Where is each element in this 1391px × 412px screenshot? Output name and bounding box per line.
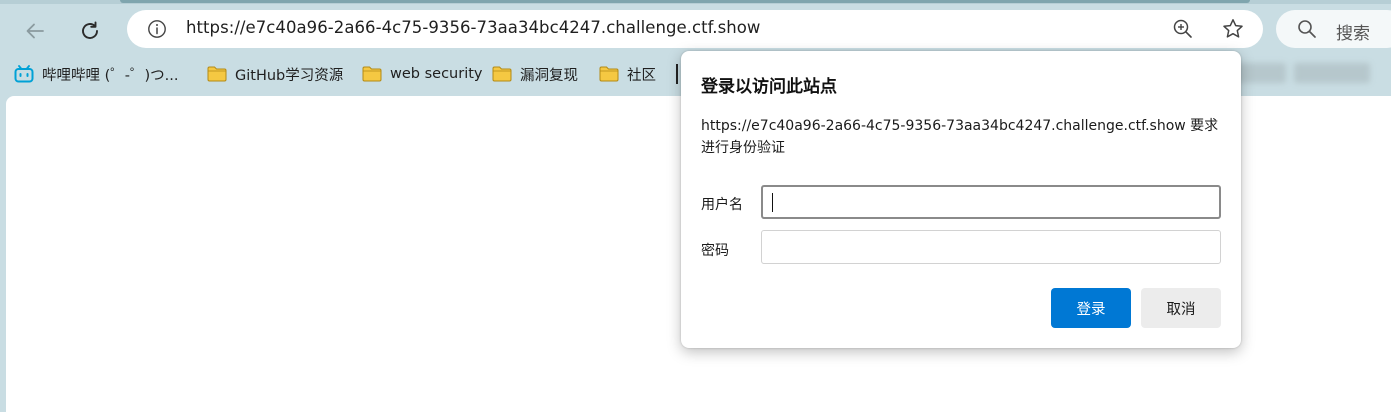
bookmarks-divider <box>676 64 678 84</box>
cancel-button[interactable]: 取消 <box>1141 288 1221 328</box>
url-text[interactable]: https://e7c40a96-2a66-4c75-9356-73aa34bc… <box>186 18 760 37</box>
dialog-description: https://e7c40a96-2a66-4c75-9356-73aa34bc… <box>701 118 1219 156</box>
dialog-title: 登录以访问此站点 <box>701 77 837 97</box>
refresh-icon <box>82 21 98 39</box>
bookmark-label: 社区 <box>627 67 656 84</box>
folder-icon <box>362 66 382 82</box>
zoom-icon[interactable] <box>1172 18 1194 40</box>
bookmark-github-resources[interactable]: GitHub学习资源 <box>207 63 343 85</box>
bilibili-icon <box>14 65 34 83</box>
bookmark-label: web security <box>390 66 483 82</box>
active-tab-edge[interactable] <box>120 0 1250 3</box>
address-bar[interactable]: https://e7c40a96-2a66-4c75-9356-73aa34bc… <box>127 10 1263 48</box>
back-arrow-icon <box>26 23 44 39</box>
folder-icon <box>207 66 227 82</box>
blurred-bookmark <box>1294 63 1370 83</box>
password-field[interactable] <box>761 230 1221 264</box>
bookmark-bilibili[interactable]: 哔哩哔哩 (゜-゜)つ... <box>14 63 178 85</box>
search-label: 搜索 <box>1336 24 1370 44</box>
info-icon[interactable] <box>147 19 167 39</box>
bookmark-community[interactable]: 社区 <box>599 63 656 85</box>
browser-toolbar: https://e7c40a96-2a66-4c75-9356-73aa34bc… <box>0 4 1391 56</box>
text-caret <box>772 193 773 212</box>
bookmark-web-security[interactable]: web security <box>362 63 483 85</box>
refresh-button[interactable] <box>72 13 108 49</box>
folder-icon <box>492 66 512 82</box>
bookmark-label: 哔哩哔哩 (゜-゜)つ... <box>42 67 179 84</box>
bookmark-vuln-repro[interactable]: 漏洞复现 <box>492 63 578 85</box>
favorite-star-icon[interactable] <box>1221 17 1245 41</box>
blurred-bookmark <box>1236 63 1286 83</box>
bookmark-label: GitHub学习资源 <box>235 67 344 84</box>
username-field[interactable] <box>761 185 1221 219</box>
password-label: 密码 <box>701 243 729 259</box>
login-button[interactable]: 登录 <box>1051 288 1131 328</box>
auth-dialog: 登录以访问此站点 https://e7c40a96-2a66-4c75-9356… <box>681 51 1241 348</box>
bookmark-label: 漏洞复现 <box>520 67 578 84</box>
search-icon <box>1298 20 1316 38</box>
back-button[interactable] <box>17 13 53 49</box>
folder-icon <box>599 66 619 82</box>
username-label: 用户名 <box>701 197 743 213</box>
search-box[interactable]: 搜索 <box>1276 10 1391 48</box>
